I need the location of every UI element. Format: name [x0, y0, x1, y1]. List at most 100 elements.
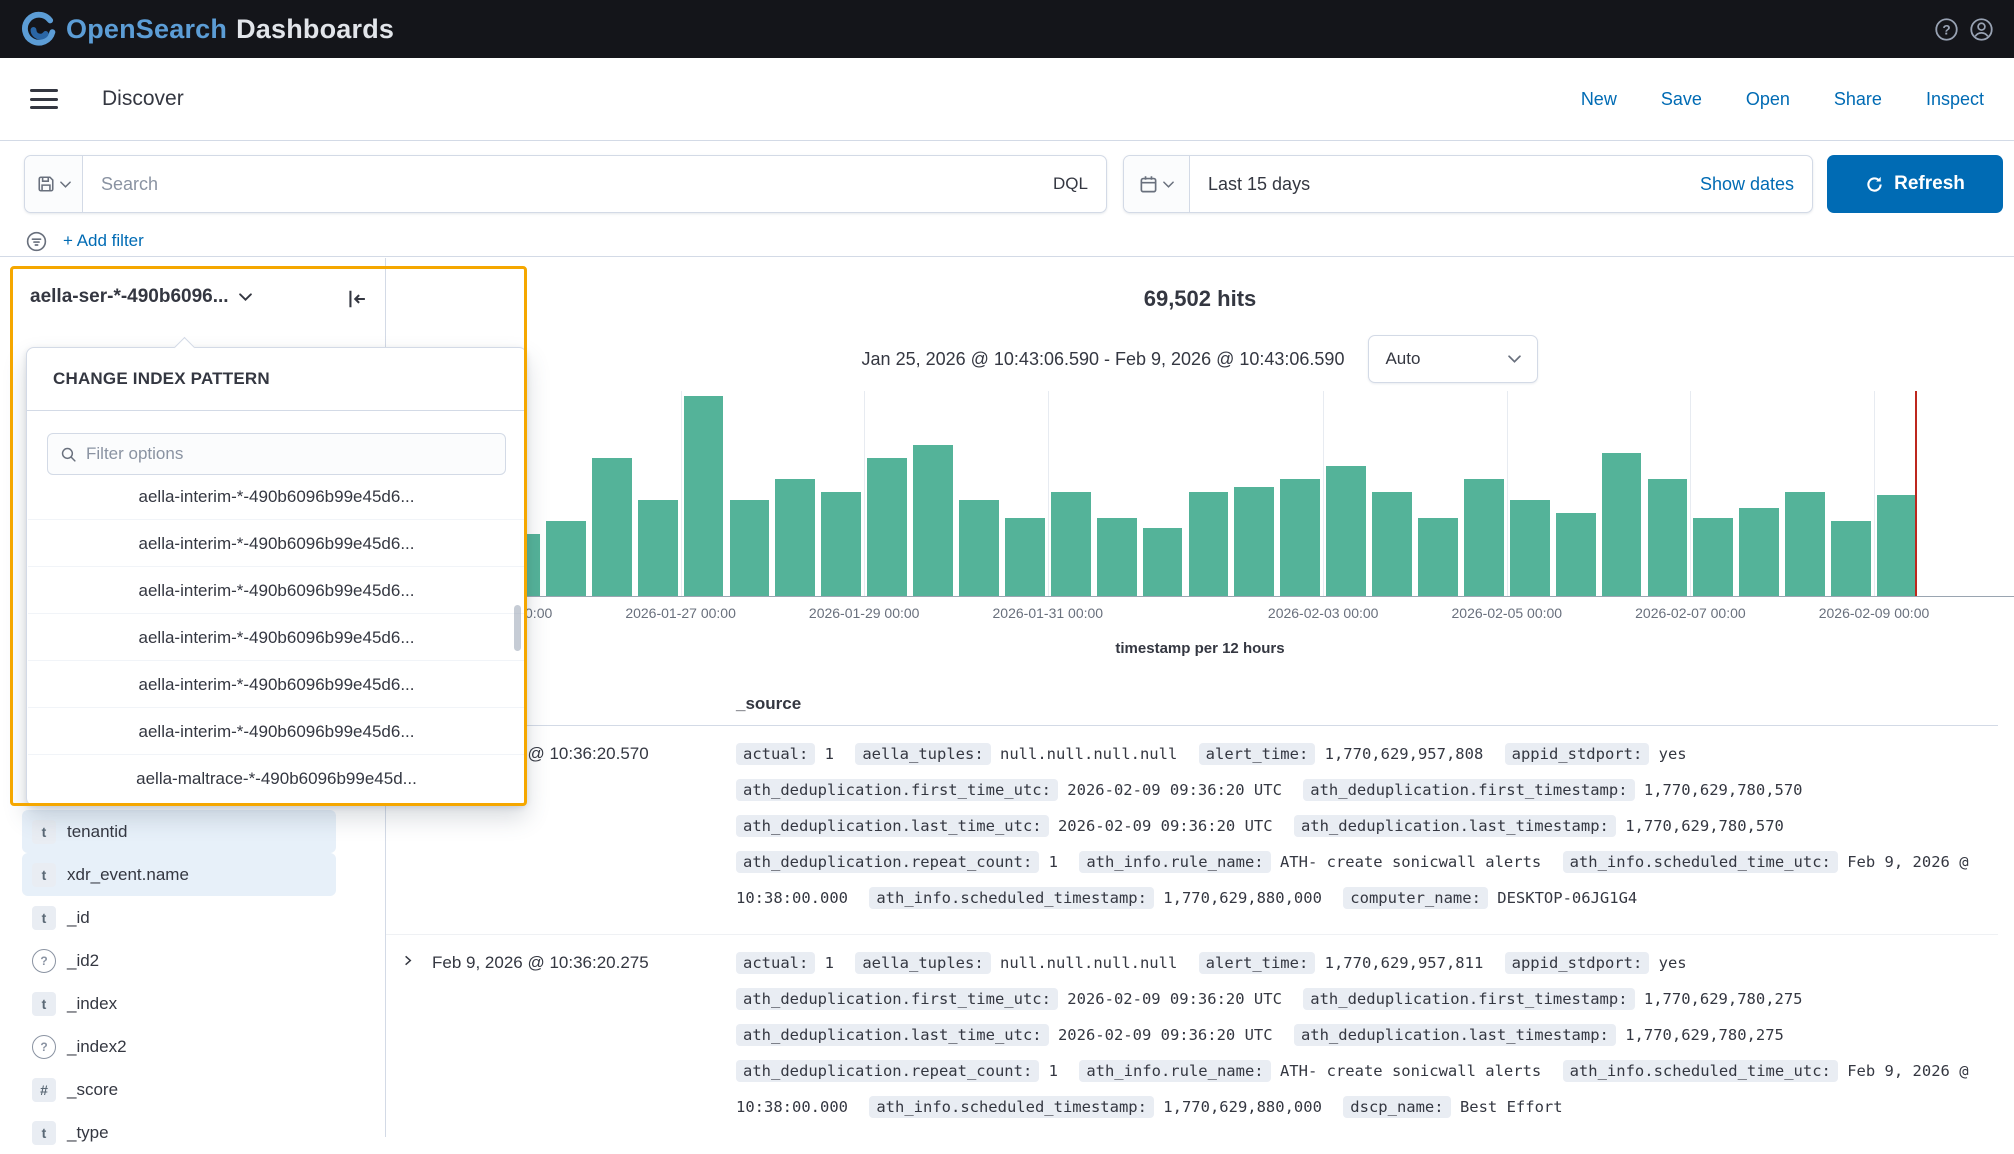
query-language-button[interactable]: DQL: [1035, 174, 1106, 194]
index-pattern-option[interactable]: aella-interim-*-490b6096b99e45d6...: [28, 661, 525, 708]
x-axis-tick-label: 2026-02-03 00:00: [1268, 605, 1379, 621]
source-field-value: 1: [815, 954, 834, 972]
histogram-bar[interactable]: [1005, 518, 1045, 596]
saved-queries-button[interactable]: [25, 156, 83, 212]
source-field-name: ath_deduplication.repeat_count:: [736, 1060, 1039, 1082]
index-pattern-option[interactable]: aella-interim-*-490b6096b99e45d6...: [28, 478, 525, 520]
expand-row-button[interactable]: [386, 953, 432, 973]
field-item-tenantid[interactable]: ttenantid: [22, 810, 336, 853]
histogram-plot: [386, 391, 2014, 597]
histogram-bar[interactable]: [1877, 495, 1917, 596]
histogram-bar[interactable]: [1189, 492, 1229, 596]
index-pattern-switcher[interactable]: aella-ser-*-490b6096...: [30, 286, 252, 308]
refresh-label: Refresh: [1894, 173, 1965, 195]
user-icon[interactable]: [1969, 17, 1994, 42]
filter-options-input[interactable]: [86, 444, 493, 464]
date-picker-quick-menu[interactable]: [1124, 156, 1190, 212]
index-pattern-option[interactable]: aella-maltrace-*-490b6096b99e45d...: [28, 755, 525, 800]
histogram-bar[interactable]: [1326, 466, 1366, 596]
histogram-bar[interactable]: [546, 521, 586, 596]
histogram-bar[interactable]: [684, 396, 724, 596]
index-pattern-option[interactable]: aella-interim-*-490b6096b99e45d6...: [28, 708, 525, 755]
histogram-bar[interactable]: [1143, 528, 1183, 596]
nav-link-open[interactable]: Open: [1746, 89, 1790, 110]
field-type-icon: #: [32, 1078, 56, 1102]
source-field-value: 1,770,629,880,000: [1154, 889, 1322, 907]
nav-link-save[interactable]: Save: [1661, 89, 1702, 110]
x-axis-title: timestamp per 12 hours: [386, 640, 2014, 657]
help-icon[interactable]: ?: [1934, 17, 1959, 42]
source-field-name: appid_stdport:: [1505, 743, 1650, 765]
source-field-pair: appid_stdport: yes: [1505, 954, 1687, 972]
interval-select[interactable]: Auto: [1368, 335, 1538, 383]
histogram-bar[interactable]: [821, 492, 861, 596]
field-item-_index2[interactable]: ?_index2: [22, 1025, 336, 1068]
histogram-bar[interactable]: [1648, 479, 1688, 596]
histogram-bar[interactable]: [730, 500, 770, 596]
add-filter-button[interactable]: + Add filter: [63, 231, 144, 251]
save-icon: [37, 175, 55, 193]
histogram-bar[interactable]: [1556, 513, 1596, 596]
source-field-value: null.null.null.null: [991, 954, 1178, 972]
field-item-xdr_event.name[interactable]: txdr_event.name: [22, 853, 336, 896]
histogram-bar[interactable]: [1280, 479, 1320, 596]
histogram-bar[interactable]: [1234, 487, 1274, 596]
field-item-_id2[interactable]: ?_id2: [22, 939, 336, 982]
index-pattern-option[interactable]: aella-interim-*-490b6096b99e45d6...: [28, 520, 525, 567]
source-field-name: ath_info.scheduled_time_utc:: [1563, 851, 1838, 873]
chart-header: Jan 25, 2026 @ 10:43:06.590 - Feb 9, 202…: [386, 335, 2014, 383]
histogram-bar[interactable]: [592, 458, 632, 596]
search-icon: [60, 446, 77, 463]
field-item-_id[interactable]: t_id: [22, 896, 336, 939]
histogram-bar[interactable]: [638, 500, 678, 596]
doc-time: Feb 9, 2026 @ 10:36:20.275: [432, 945, 736, 981]
histogram-bar[interactable]: [1464, 479, 1504, 596]
histogram-bar[interactable]: [1510, 500, 1550, 596]
histogram-bar[interactable]: [1693, 518, 1733, 596]
histogram-bar[interactable]: [775, 479, 815, 596]
show-dates-button[interactable]: Show dates: [1700, 174, 1812, 195]
histogram-bar[interactable]: [1739, 508, 1779, 596]
histogram-bar[interactable]: [867, 458, 907, 596]
source-field-name: appid_stdport:: [1505, 952, 1650, 974]
histogram-bar[interactable]: [913, 445, 953, 596]
nav-link-share[interactable]: Share: [1834, 89, 1882, 110]
source-field-value: 1,770,629,880,000: [1154, 1098, 1322, 1116]
nav-link-new[interactable]: New: [1581, 89, 1617, 110]
time-range-value[interactable]: Last 15 days: [1190, 174, 1700, 195]
x-axis-ticks: 2026-01-25 00:002026-01-27 00:002026-01-…: [386, 605, 2014, 625]
histogram-bar[interactable]: [1418, 518, 1458, 596]
field-type-icon: t: [32, 820, 56, 844]
source-field-value: 1,770,629,957,811: [1315, 954, 1483, 972]
histogram-bar[interactable]: [1051, 492, 1091, 596]
histogram-bar[interactable]: [1097, 518, 1137, 596]
histogram-bar[interactable]: [1602, 453, 1642, 596]
source-field-pair: ath_deduplication.repeat_count: 1: [736, 853, 1058, 871]
source-field-value: 1: [815, 745, 834, 763]
source-field-pair: ath_deduplication.last_timestamp: 1,770,…: [1294, 817, 1784, 835]
histogram-bar[interactable]: [1785, 492, 1825, 596]
collapse-sidebar-icon[interactable]: [347, 288, 369, 310]
filter-icon[interactable]: [26, 231, 47, 252]
histogram-bar[interactable]: [959, 500, 999, 596]
menu-icon[interactable]: [30, 89, 58, 109]
histogram-bar[interactable]: [1372, 492, 1412, 596]
search-input[interactable]: [83, 174, 1035, 195]
x-axis-tick-label: 2026-02-05 00:00: [1452, 605, 1563, 621]
index-pattern-option[interactable]: aella-interim-*-490b6096b99e45d6...: [28, 614, 525, 661]
refresh-button[interactable]: Refresh: [1827, 155, 2003, 213]
gridline: [864, 391, 865, 596]
index-pattern-option[interactable]: aella-interim-*-490b6096b99e45d6...: [28, 567, 525, 614]
scrollbar-thumb[interactable]: [514, 605, 521, 651]
histogram-bar[interactable]: [1831, 521, 1871, 596]
chevron-down-icon: [1508, 355, 1521, 363]
field-item-_score[interactable]: #_score: [22, 1068, 336, 1111]
app-header: OpenSearchDashboards ?: [0, 0, 2014, 58]
source-field-name: ath_deduplication.last_timestamp:: [1294, 1024, 1616, 1046]
field-item-_type[interactable]: t_type: [22, 1111, 336, 1154]
source-field-pair: ath_info.scheduled_timestamp: 1,770,629,…: [869, 1098, 1322, 1116]
source-field-pair: ath_deduplication.first_time_utc: 2026-0…: [736, 990, 1282, 1008]
nav-link-inspect[interactable]: Inspect: [1926, 89, 1984, 110]
source-field-name: ath_deduplication.last_timestamp:: [1294, 815, 1616, 837]
field-item-_index[interactable]: t_index: [22, 982, 336, 1025]
